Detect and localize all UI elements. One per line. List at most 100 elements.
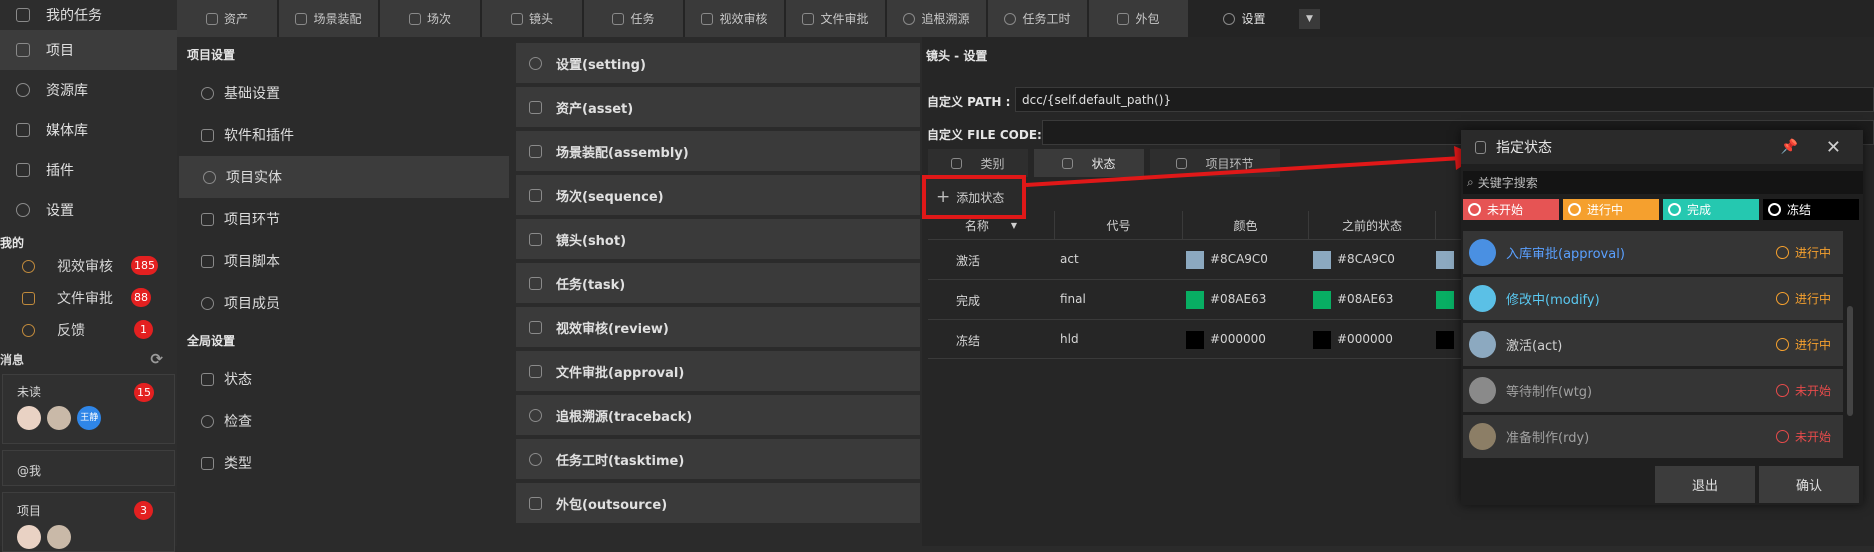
- table-row[interactable]: 冻结 hld #000000 #000000: [928, 319, 1468, 359]
- at-me-card[interactable]: @我: [2, 450, 175, 486]
- tab-shot[interactable]: 镜头: [482, 0, 583, 37]
- cancel-button[interactable]: 退出: [1655, 466, 1755, 503]
- settings-label: 项目环节: [224, 212, 280, 228]
- refresh-icon[interactable]: ⟳: [150, 350, 163, 368]
- status-item[interactable]: 准备制作(rdy) 未开始: [1463, 415, 1843, 458]
- col-prev[interactable]: 之前的状态: [1309, 211, 1436, 239]
- status-item[interactable]: 入库审批(approval) 进行中: [1463, 231, 1843, 274]
- filter-done[interactable]: 完成: [1663, 199, 1759, 220]
- video-icon: [529, 320, 542, 334]
- filter-not-started[interactable]: 未开始: [1463, 199, 1559, 220]
- tab-asset[interactable]: 资产: [177, 0, 278, 37]
- clock-icon: [1775, 338, 1789, 351]
- settings-script[interactable]: 项目脚本: [177, 240, 511, 282]
- status-item[interactable]: 修改中(modify) 进行中: [1463, 277, 1843, 320]
- nav-label: 项目: [46, 43, 74, 59]
- settings-step[interactable]: 项目环节: [177, 198, 511, 240]
- close-icon[interactable]: ✕: [1826, 137, 1841, 158]
- entity-approval[interactable]: 文件审批(approval): [516, 351, 920, 391]
- tab-label: 场次: [426, 12, 451, 26]
- subtab-label: 项目环节: [1205, 156, 1254, 171]
- entity-tasktime[interactable]: 任务工时(tasktime): [516, 439, 920, 479]
- status-item[interactable]: 等待制作(wtg) 未开始: [1463, 369, 1843, 412]
- entity-label: 外包(outsource): [556, 497, 668, 513]
- settings-software[interactable]: 软件和插件: [177, 114, 511, 156]
- table-row[interactable]: 完成 final #08AE63 #08AE63: [928, 279, 1468, 319]
- nav-plugin[interactable]: 插件: [0, 150, 177, 190]
- entity-task[interactable]: 任务(task): [516, 263, 920, 303]
- nav-label: 插件: [46, 163, 74, 179]
- dialog-header: 指定状态 📌 ✕: [1461, 130, 1863, 164]
- path-input[interactable]: dcc/{self.default_path()}: [1015, 87, 1874, 112]
- pin-icon[interactable]: 📌: [1780, 139, 1797, 155]
- subtab-step[interactable]: 项目环节: [1150, 149, 1280, 177]
- settings-label: 状态: [224, 372, 252, 388]
- tab-traceback[interactable]: 追根溯源: [887, 0, 987, 37]
- nav-media[interactable]: 媒体库: [0, 110, 177, 150]
- entity-label: 追根溯源(traceback): [556, 409, 693, 425]
- quick-approval[interactable]: 文件审批 88: [0, 282, 177, 314]
- col-label: 名称: [964, 218, 989, 233]
- status-dot: [1469, 423, 1496, 450]
- settings-status[interactable]: 状态: [177, 358, 511, 400]
- settings-basic[interactable]: 基础设置: [177, 72, 511, 114]
- search-box[interactable]: ⌕ 关键字搜索: [1463, 171, 1863, 194]
- entity-sequence[interactable]: 场次(sequence): [516, 175, 920, 215]
- project-msg-card[interactable]: 项目 3: [2, 492, 175, 552]
- tab-assembly[interactable]: 场景装配: [279, 0, 379, 37]
- sequence-icon: [408, 12, 421, 25]
- tab-settings[interactable]: 设置: [1190, 0, 1300, 37]
- confirm-button[interactable]: 确认: [1759, 466, 1859, 503]
- project-icon: [16, 43, 30, 57]
- gear-icon: [529, 56, 542, 70]
- nav-settings[interactable]: 设置: [0, 190, 177, 230]
- filter-in-progress[interactable]: 进行中: [1563, 199, 1659, 220]
- sort-icon: ▼: [1010, 220, 1018, 230]
- tab-tasktime[interactable]: 任务工时: [988, 0, 1088, 37]
- status-item[interactable]: 激活(act) 进行中: [1463, 323, 1843, 366]
- unread-card[interactable]: 未读 15 王静: [2, 374, 175, 444]
- quick-feedback[interactable]: 反馈 1: [0, 314, 177, 346]
- subtab-status[interactable]: 状态: [1034, 149, 1144, 177]
- entity-traceback[interactable]: 追根溯源(traceback): [516, 395, 920, 435]
- subtab-category[interactable]: 类别: [928, 149, 1028, 177]
- cell-color: #08AE63: [1210, 292, 1267, 306]
- tab-dropdown[interactable]: ▼: [1299, 9, 1321, 29]
- add-status-button[interactable]: + 添加状态: [922, 175, 1026, 219]
- mine-title: 我的: [0, 236, 25, 250]
- nav-library[interactable]: 资源库: [0, 70, 177, 110]
- entity-setting[interactable]: 设置(setting): [516, 43, 920, 83]
- quick-review[interactable]: 视效审核 185: [0, 250, 177, 282]
- col-code[interactable]: 代号: [1055, 211, 1183, 239]
- filter-frozen[interactable]: 冻结: [1763, 199, 1859, 220]
- users-icon: [201, 296, 214, 310]
- media-icon: [16, 123, 30, 137]
- nav-project[interactable]: 项目: [0, 30, 177, 70]
- table-row[interactable]: 激活 act #8CA9C0 #8CA9C0: [928, 239, 1468, 279]
- nav-my-tasks[interactable]: 我的任务: [0, 0, 177, 30]
- settings-members[interactable]: 项目成员: [177, 282, 511, 324]
- tab-task[interactable]: 任务: [584, 0, 684, 37]
- tab-review[interactable]: 视效审核: [685, 0, 785, 37]
- col-color[interactable]: 颜色: [1183, 211, 1309, 239]
- entity-review[interactable]: 视效审核(review): [516, 307, 920, 347]
- scrollbar[interactable]: [1847, 306, 1853, 416]
- status-dot: [1469, 285, 1496, 312]
- entity-asset[interactable]: 资产(asset): [516, 87, 920, 127]
- tab-outsource[interactable]: 外包: [1089, 0, 1189, 37]
- tab-sequence[interactable]: 场次: [380, 0, 481, 37]
- entity-assembly[interactable]: 场景装配(assembly): [516, 131, 920, 171]
- hourglass-icon: [1475, 140, 1486, 154]
- cell-code: hld: [1060, 332, 1079, 346]
- settings-label: 项目脚本: [224, 254, 280, 270]
- diamond-icon: [1117, 12, 1130, 25]
- color-swatch: [1436, 331, 1454, 349]
- settings-entity[interactable]: 项目实体: [179, 156, 509, 198]
- sidebar: 我的任务 项目 资源库 媒体库 插件 设置 我的 视效审核 185 文件审批 8…: [0, 0, 177, 552]
- entity-shot[interactable]: 镜头(shot): [516, 219, 920, 259]
- settings-type[interactable]: 类型: [177, 442, 511, 484]
- settings-check[interactable]: 检查: [177, 400, 511, 442]
- clock-icon: [1775, 292, 1789, 305]
- tab-approval[interactable]: 文件审批: [786, 0, 886, 37]
- entity-outsource[interactable]: 外包(outsource): [516, 483, 920, 523]
